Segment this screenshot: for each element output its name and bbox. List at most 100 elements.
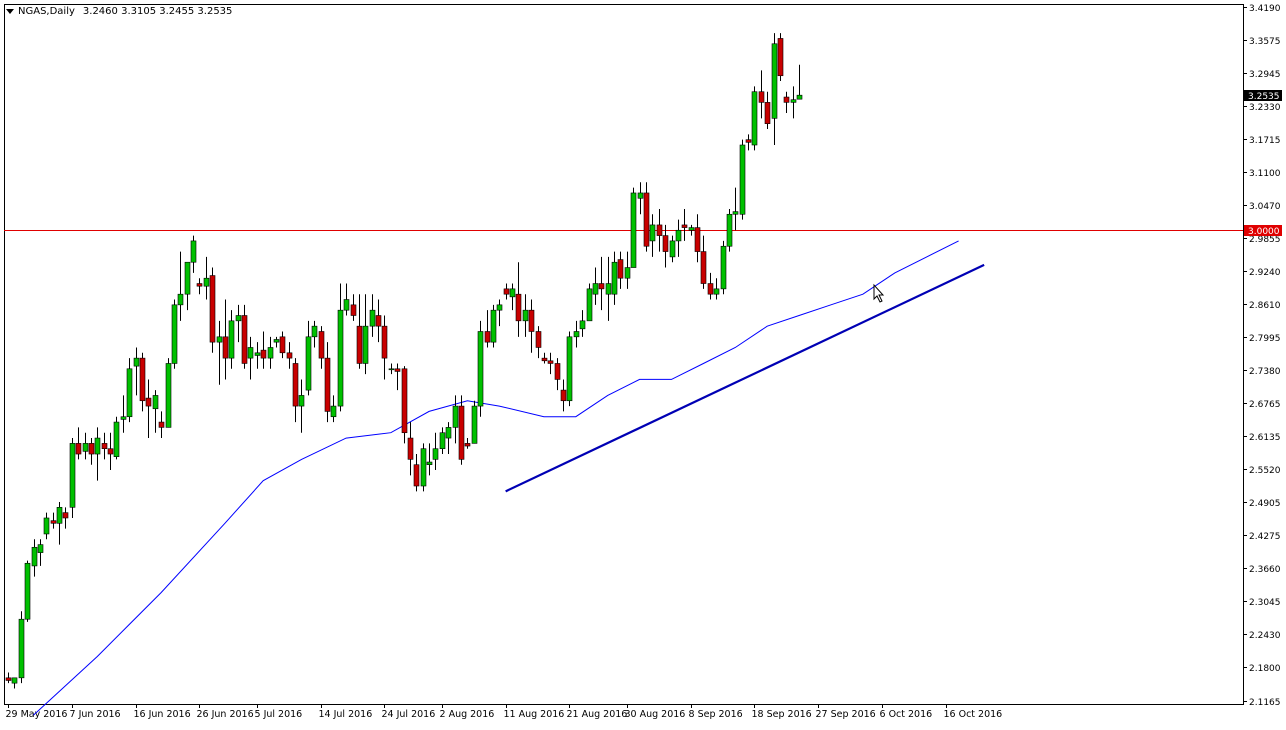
candle — [184, 261, 191, 311]
y-tick-label: 2.2430 — [1249, 631, 1281, 641]
chart-svg[interactable]: 3.4190 3.3575 3.2945 3.2330 3.1715 3.1100 3.04… — [0, 0, 1286, 726]
y-tick-label: 2.6135 — [1249, 433, 1281, 443]
candle-body — [101, 443, 108, 450]
candle-body — [31, 546, 38, 567]
candle — [656, 208, 663, 252]
candle-body — [777, 38, 784, 77]
candle-body — [171, 304, 178, 364]
candle — [133, 347, 140, 396]
candle — [330, 395, 337, 423]
candle-body — [43, 517, 50, 535]
candle-body — [401, 368, 408, 434]
candle-body — [598, 283, 605, 290]
candle — [598, 256, 605, 311]
candle — [439, 427, 446, 455]
candle — [120, 395, 127, 433]
candle — [790, 86, 797, 119]
x-tick-label: 5 Jul 2016 — [255, 709, 303, 720]
candle-body — [324, 357, 331, 412]
candle — [305, 320, 312, 396]
candle — [547, 352, 554, 375]
candle-body — [196, 283, 203, 287]
candle-body — [311, 325, 318, 338]
y-tick-label: 3.3575 — [1249, 37, 1281, 47]
y-tick-label: 2.4275 — [1249, 532, 1281, 542]
candle-body — [732, 211, 739, 215]
candle-body — [426, 461, 433, 465]
candle-body — [592, 283, 599, 295]
candle — [484, 310, 491, 348]
y-tick-label: 2.1165 — [1249, 698, 1281, 708]
candle-body — [18, 618, 25, 679]
candle-body — [69, 443, 76, 508]
candle-body — [75, 443, 82, 455]
candle-body — [216, 336, 223, 343]
candle — [420, 443, 427, 492]
candle — [209, 267, 216, 353]
candle — [579, 310, 586, 337]
candle — [771, 33, 778, 146]
candle — [37, 539, 44, 566]
y-tick-label: 3.4190 — [1249, 4, 1281, 14]
candle-body — [445, 427, 452, 439]
candle — [222, 299, 229, 380]
candle-body — [662, 235, 669, 252]
candle — [343, 283, 350, 316]
chart[interactable]: 3.4190 3.3575 3.2945 3.2330 3.1715 3.1100 3.04… — [0, 0, 1286, 726]
candle-body — [796, 94, 803, 100]
candle — [171, 299, 178, 369]
candle-body — [617, 259, 624, 279]
candle-body — [94, 437, 101, 455]
candle — [726, 208, 733, 252]
candle-body — [241, 315, 248, 364]
y-tick-label: 2.6765 — [1249, 400, 1281, 410]
candle-body — [452, 405, 459, 428]
candle-body — [56, 507, 63, 524]
x-tick-label: 11 Aug 2016 — [504, 709, 565, 720]
candle — [356, 294, 363, 369]
candle — [50, 512, 57, 529]
candle-body — [751, 91, 758, 146]
x-tick-label: 8 Sep 2016 — [689, 709, 743, 720]
candle-body — [247, 347, 254, 359]
candle — [624, 251, 631, 289]
current-price-label: 3.2535 — [1248, 92, 1280, 102]
candle — [107, 432, 114, 471]
candle — [509, 283, 516, 311]
candle-body — [165, 363, 172, 428]
candle — [241, 304, 248, 369]
x-tick-label: 6 Oct 2016 — [880, 709, 933, 720]
candle-body — [586, 288, 593, 322]
x-tick-label: 2 Aug 2016 — [440, 709, 495, 720]
candle-body — [605, 283, 612, 295]
candle-body — [375, 315, 382, 327]
candle — [452, 395, 459, 444]
candle-body — [490, 309, 497, 343]
candle — [254, 342, 261, 369]
candle-body — [464, 443, 471, 447]
candle — [490, 304, 497, 348]
candle-body — [381, 325, 388, 359]
dropdown-triangle-icon[interactable] — [6, 9, 14, 14]
candle-body — [388, 368, 395, 371]
candle-body — [11, 677, 18, 684]
candle — [94, 427, 101, 481]
candle-body — [579, 320, 586, 330]
candle — [720, 240, 727, 295]
candle-body — [509, 288, 516, 298]
candle-body — [790, 99, 797, 103]
candle-body — [62, 512, 69, 519]
candle — [311, 320, 318, 348]
candle — [617, 251, 624, 289]
candle-body — [120, 416, 127, 420]
candle — [375, 299, 382, 343]
candle-body — [764, 102, 771, 124]
candle — [350, 294, 357, 321]
candle — [247, 336, 254, 380]
x-tick-label: 24 Jul 2016 — [382, 709, 436, 720]
candle — [286, 342, 293, 369]
candle — [758, 70, 765, 119]
candle-body — [649, 224, 656, 242]
candle-body — [203, 277, 210, 287]
candle — [681, 208, 688, 241]
